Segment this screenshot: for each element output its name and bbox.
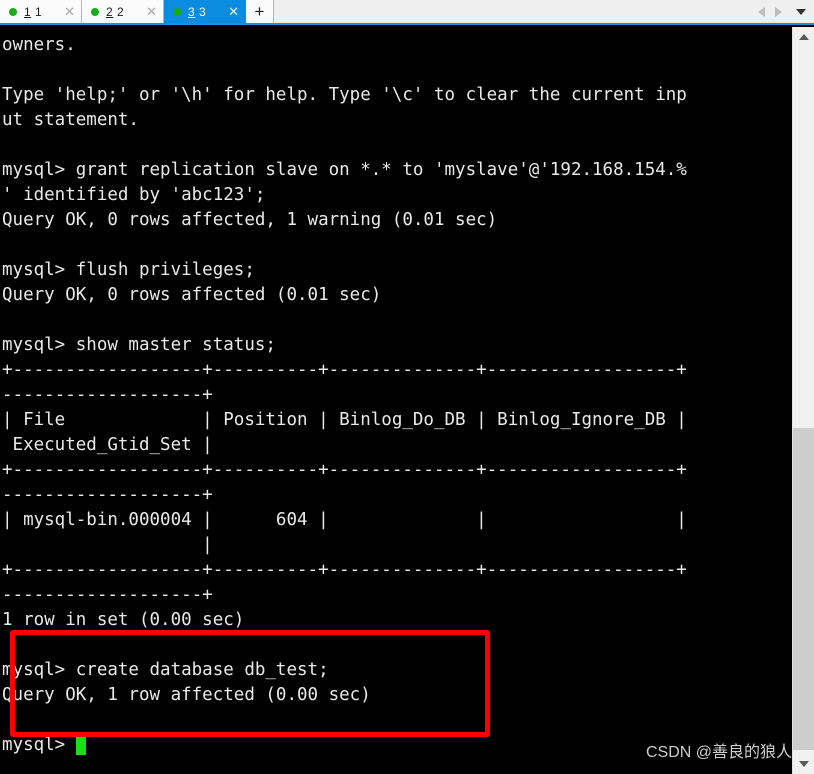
tab-bar: 1 1 ✕ 2 2 ✕ 3 3 ✕ + (0, 0, 814, 25)
tab-rest-1: 1 (31, 4, 43, 19)
vertical-scrollbar[interactable] (792, 27, 814, 774)
terminal-line: ' identified by 'abc123'; (2, 185, 266, 205)
terminal-line-create-database: mysql> create database db_test; (2, 660, 329, 680)
tab-2[interactable]: 2 2 ✕ (82, 0, 164, 23)
tab-close-icon-3[interactable]: ✕ (228, 5, 239, 18)
terminal-line: Query OK, 0 rows affected (0.01 sec) (2, 285, 382, 305)
terminal-line: ut statement. (2, 110, 139, 130)
new-tab-button[interactable]: + (246, 0, 274, 23)
scrollbar-thumb[interactable] (793, 428, 814, 750)
tab-label-3: 3 3 (188, 5, 220, 19)
tab-bar-spacer (274, 0, 754, 23)
terminal-line: Executed_Gtid_Set | (2, 435, 213, 455)
terminal-output[interactable]: owners. Type 'help;' or '\h' for help. T… (0, 27, 792, 774)
terminal-line: owners. (2, 35, 76, 55)
tab-close-icon-1[interactable]: ✕ (64, 5, 75, 18)
terminal-line: mysql> flush privileges; (2, 260, 255, 280)
scroll-down-button[interactable] (793, 754, 814, 774)
terminal-line: +------------------+----------+---------… (2, 360, 687, 380)
terminal-line: mysql> show master status; (2, 335, 276, 355)
tab-list-chevron-down-icon[interactable] (796, 8, 806, 15)
tab-bar-nav (754, 0, 814, 23)
next-tab-arrow-icon[interactable] (775, 6, 782, 17)
tab-close-icon-2[interactable]: ✕ (146, 5, 157, 18)
tab-status-dot-icon (9, 7, 17, 16)
tab-3[interactable]: 3 3 ✕ (164, 0, 246, 23)
terminal-line: 1 row in set (0.00 sec) (2, 610, 245, 630)
watermark-text: CSDN @善良的狼人 (645, 744, 792, 761)
terminal-line: Query OK, 0 rows affected, 1 warning (0.… (2, 210, 498, 230)
terminal-line: | mysql-bin.000004 | 604 | | | (2, 510, 687, 530)
chevron-up-icon (798, 34, 809, 40)
tab-rest-2: 2 (113, 4, 125, 19)
terminal-line: | (2, 535, 213, 555)
terminal-window: 1 1 ✕ 2 2 ✕ 3 3 ✕ + owners. Type 'help;'… (0, 0, 814, 774)
tab-status-dot-icon (91, 7, 99, 16)
terminal-line: Type 'help;' or '\h' for help. Type '\c'… (2, 85, 687, 105)
terminal-prompt: mysql> (2, 735, 76, 755)
terminal-line: +------------------+----------+---------… (2, 460, 687, 480)
tab-1[interactable]: 1 1 ✕ (0, 0, 82, 23)
terminal-line: -------------------+ (2, 585, 213, 605)
terminal-line: -------------------+ (2, 385, 213, 405)
terminal-line: | File | Position | Binlog_Do_DB | Binlo… (2, 410, 687, 430)
terminal-cursor (75, 736, 86, 755)
tab-rest-3: 3 (195, 4, 207, 19)
tab-status-dot-icon (173, 7, 181, 16)
terminal-line: -------------------+ (2, 485, 213, 505)
terminal-line-query-ok: Query OK, 1 row affected (0.00 sec) (2, 685, 371, 705)
tab-label-1: 1 1 (24, 5, 56, 19)
terminal-line: mysql> grant replication slave on *.* to… (2, 160, 687, 180)
chevron-down-icon (798, 761, 809, 767)
tab-label-2: 2 2 (106, 5, 138, 19)
scroll-up-button[interactable] (793, 27, 814, 47)
terminal-line: +------------------+----------+---------… (2, 560, 687, 580)
prev-tab-arrow-icon[interactable] (758, 6, 765, 17)
